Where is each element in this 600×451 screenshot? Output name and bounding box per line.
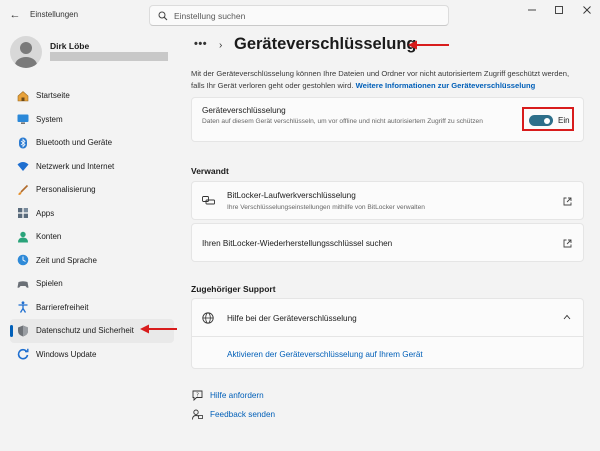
sidebar-item-label: Konten xyxy=(36,232,62,241)
support-help-title: Hilfe bei der Geräteverschlüsselung xyxy=(227,314,357,323)
chevron-up-icon xyxy=(563,314,571,320)
monitor-icon xyxy=(16,113,29,126)
feedback-icon xyxy=(192,409,203,420)
breadcrumb-separator: › xyxy=(219,40,223,51)
learn-more-link[interactable]: Weitere Informationen zur Geräteverschlü… xyxy=(356,81,536,90)
app-title: Einstellungen xyxy=(30,10,79,19)
apps-icon xyxy=(16,207,29,220)
sidebar-item-time-language[interactable]: Zeit und Sprache xyxy=(10,249,174,273)
bluetooth-icon xyxy=(16,136,29,149)
gamepad-icon xyxy=(16,277,29,290)
wifi-icon xyxy=(16,160,29,173)
person-silhouette-icon xyxy=(15,42,37,68)
sidebar-item-label: System xyxy=(36,114,63,124)
sidebar-item-bluetooth[interactable]: Bluetooth und Geräte xyxy=(10,131,174,155)
sidebar-item-label: Zeit und Sprache xyxy=(36,255,97,265)
breadcrumb-more-button[interactable]: ••• xyxy=(194,38,207,50)
section-heading-support: Zugehöriger Support xyxy=(191,284,276,294)
toggle-highlight-box: Ein xyxy=(522,107,574,131)
back-arrow-icon[interactable]: ← xyxy=(6,6,24,24)
toggle-knob xyxy=(544,117,550,124)
sidebar-item-label: Personalisierung xyxy=(36,185,96,194)
shield-icon xyxy=(16,324,29,337)
main-content: ••• › Geräteverschlüsselung Mit der Gerä… xyxy=(191,0,585,451)
get-help-link[interactable]: Hilfe anfordern xyxy=(210,391,264,400)
section-heading-related: Verwandt xyxy=(191,166,229,176)
home-icon xyxy=(16,89,29,102)
sidebar-item-label: Barrierefreiheit xyxy=(36,302,89,312)
recovery-key-title: Ihren BitLocker-Wiederherstellungsschlüs… xyxy=(202,239,393,248)
sidebar-item-label: Datenschutz und Sicherheit xyxy=(36,326,134,335)
sidebar-item-windows-update[interactable]: Windows Update xyxy=(10,343,174,367)
sidebar-item-gaming[interactable]: Spielen xyxy=(10,272,174,296)
sidebar-item-accounts[interactable]: Konten xyxy=(10,225,174,249)
sidebar-item-startseite[interactable]: Startseite xyxy=(10,84,174,108)
sidebar-item-system[interactable]: System xyxy=(10,108,174,132)
support-expander: Hilfe bei der Geräteverschlüsselung Akti… xyxy=(191,298,584,369)
page-title: Geräteverschlüsselung xyxy=(234,35,417,53)
profile-name: Dirk Löbe xyxy=(50,41,90,51)
svg-text:?: ? xyxy=(196,392,199,398)
help-chat-icon: ? xyxy=(192,390,203,401)
sidebar-item-label: Startseite xyxy=(36,91,70,100)
bitlocker-description: Ihre Verschlüsselungseinstellungen mithi… xyxy=(227,204,425,211)
person-icon xyxy=(16,230,29,243)
recovery-key-card[interactable]: Ihren BitLocker-Wiederherstellungsschlüs… xyxy=(191,223,584,262)
feedback-link[interactable]: Feedback senden xyxy=(210,410,275,419)
globe-icon xyxy=(202,312,214,324)
accessibility-icon xyxy=(16,301,29,314)
sidebar-item-label: Windows Update xyxy=(36,349,97,359)
sidebar-item-personalization[interactable]: Personalisierung xyxy=(10,178,174,202)
sidebar-item-accessibility[interactable]: Barrierefreiheit xyxy=(10,296,174,320)
page-intro: Mit der Geräteverschlüsselung können Ihr… xyxy=(191,68,581,92)
avatar[interactable] xyxy=(10,36,42,68)
profile-email-redacted xyxy=(50,52,168,61)
sidebar-item-label: Bluetooth und Geräte xyxy=(36,138,113,147)
sidebar-item-apps[interactable]: Apps xyxy=(10,202,174,226)
toggle-state-label: Ein xyxy=(558,116,570,125)
encryption-card-description: Daten auf diesem Gerät verschlüsseln, um… xyxy=(202,118,483,125)
key-drive-icon xyxy=(202,196,215,205)
encryption-toggle[interactable] xyxy=(529,115,553,126)
globe-clock-icon xyxy=(16,254,29,267)
support-expander-header[interactable]: Hilfe bei der Geräteverschlüsselung xyxy=(192,299,583,337)
activate-encryption-link[interactable]: Aktivieren der Geräteverschlüsselung auf… xyxy=(227,350,423,359)
sidebar-item-network[interactable]: Netzwerk und Internet xyxy=(10,155,174,179)
sidebar-item-label: Netzwerk und Internet xyxy=(36,161,115,171)
sidebar-item-label: Apps xyxy=(36,208,55,218)
external-link-icon xyxy=(563,197,572,206)
bitlocker-title: BitLocker-Laufwerkverschlüsselung xyxy=(227,191,356,200)
bitlocker-card[interactable]: BitLocker-Laufwerkverschlüsselung Ihre V… xyxy=(191,181,584,220)
update-icon xyxy=(16,348,29,361)
annotation-arrow-sidebar xyxy=(140,324,177,334)
brush-icon xyxy=(16,183,29,196)
annotation-arrow-title xyxy=(408,40,449,50)
encryption-card-title: Geräteverschlüsselung xyxy=(202,106,286,115)
sidebar-item-label: Spielen xyxy=(36,279,63,288)
external-link-icon xyxy=(563,239,572,248)
search-icon xyxy=(158,11,168,21)
